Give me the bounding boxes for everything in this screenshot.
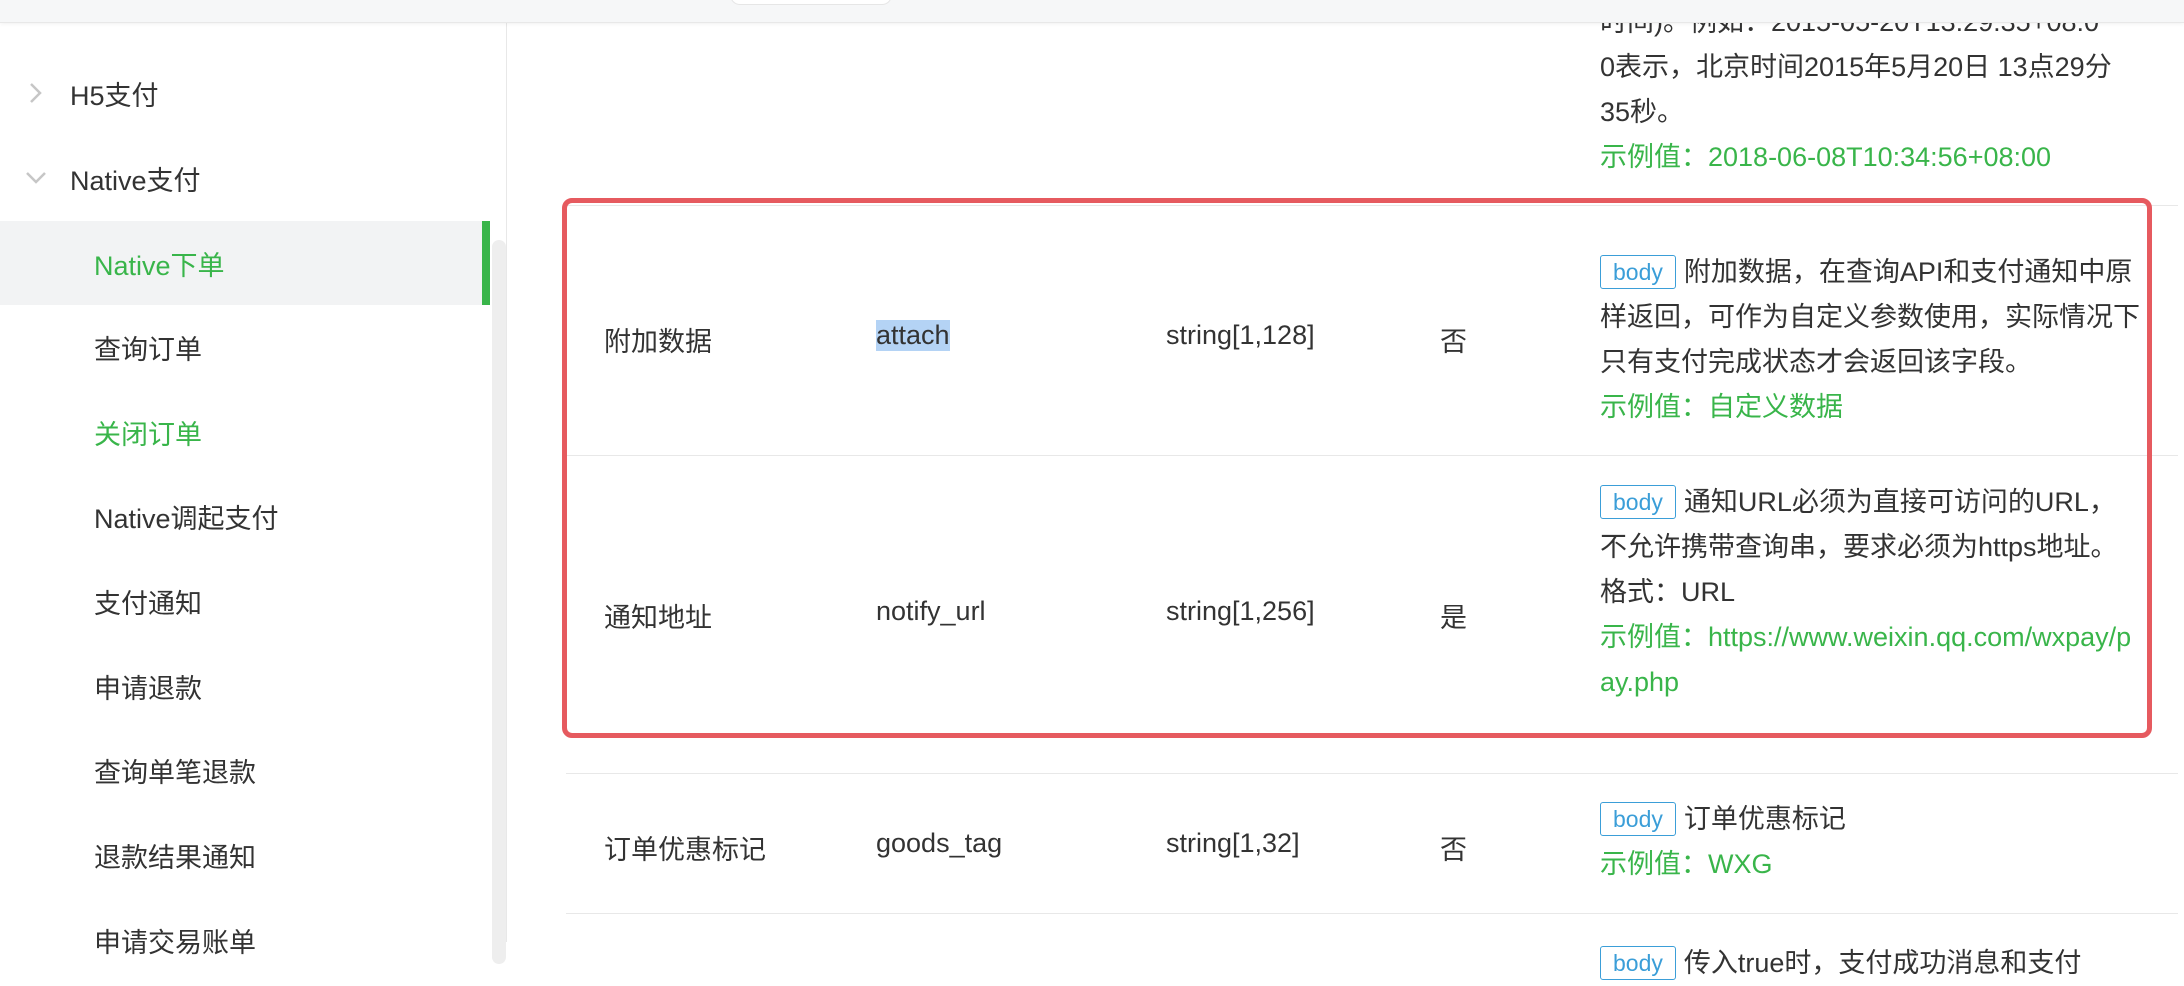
sidebar-item-native-order[interactable]: Native下单 <box>0 221 490 305</box>
table-row: 通知地址 notify_url string[1,256] 是 body 通知UR… <box>566 455 2178 774</box>
sidebar-item-close-order[interactable]: 关闭订单 <box>0 390 490 474</box>
sidebar-item-label: 支付通知 <box>94 588 202 619</box>
table-row: 附加数据 attach string[1,128] 否 body 附加数据，在查询… <box>566 205 2178 456</box>
sidebar-item-label: 查询订单 <box>94 334 202 365</box>
sidebar-item-label: 申请退款 <box>94 673 202 704</box>
param-required: 是 <box>1440 603 1467 633</box>
example-value: 示例值：自定义数据 <box>1600 392 1843 422</box>
table-row: body 传入true时，支付成功消息和支付 <box>566 913 2178 980</box>
body-tag: body <box>1600 255 1676 289</box>
sidebar-item-label: Native调起支付 <box>94 503 279 534</box>
body-tag: body <box>1600 485 1676 519</box>
example-value: 示例值：WXG <box>1600 849 1773 879</box>
sidebar-item-label: Native下单 <box>94 250 225 281</box>
sidebar-item-label: 申请交易账单 <box>94 927 256 958</box>
param-name: 订单优惠标记 <box>604 835 766 865</box>
sidebar-group-native[interactable]: Native支付 <box>0 148 490 208</box>
table-row: 时间)。例如：2015-05-20T13:29:35+08:0 0表示，北京时间… <box>566 0 2178 206</box>
example-value: 示例值：2018-06-08T10:34:56+08:00 <box>1600 142 2052 172</box>
param-description: 时间)。例如：2015-05-20T13:29:35+08:0 0表示，北京时间… <box>1600 0 2140 180</box>
description-text: 附加数据，在查询API和支付通知中原样返回，可作为自定义参数使用，实际情况下只有… <box>1600 257 2140 377</box>
param-type: string[1,256] <box>1166 596 1315 626</box>
sidebar-group-label: H5支付 <box>70 80 159 111</box>
active-indicator <box>482 221 490 305</box>
description-text: 订单优惠标记 <box>1683 804 1846 834</box>
param-field: goods_tag <box>876 828 1003 858</box>
body-tag: body <box>1600 802 1676 836</box>
sidebar-item-refund[interactable]: 申请退款 <box>0 644 490 728</box>
sidebar-item-label: 关闭订单 <box>94 419 202 450</box>
param-required: 否 <box>1440 835 1467 865</box>
param-type: string[1,128] <box>1166 320 1315 350</box>
param-required: 否 <box>1440 327 1467 357</box>
param-name: 附加数据 <box>604 327 712 357</box>
sidebar-item-label: 退款结果通知 <box>94 842 256 873</box>
body-tag: body <box>1600 946 1676 980</box>
sidebar-item-query-refund[interactable]: 查询单笔退款 <box>0 728 490 812</box>
top-bar-handle <box>730 0 892 5</box>
description-line: 0表示，北京时间2015年5月20日 13点29分 <box>1600 52 2112 82</box>
param-description: body 传入true时，支付成功消息和支付 <box>1600 941 2140 986</box>
param-type: string[1,32] <box>1166 828 1300 858</box>
sidebar-nav: H5支付 Native支付 Native下单 查询订单 关闭订单 Native调… <box>0 22 507 964</box>
sidebar-group-label: Native支付 <box>70 165 201 196</box>
table-row: 订单优惠标记 goods_tag string[1,32] 否 body 订单优惠… <box>566 773 2178 914</box>
param-field[interactable]: attach <box>876 320 950 351</box>
sidebar-group-h5[interactable]: H5支付 <box>0 63 490 123</box>
description-text: 传入true时，支付成功消息和支付 <box>1683 948 2082 978</box>
sidebar-item-native-invoke[interactable]: Native调起支付 <box>0 474 490 558</box>
example-value: 示例值：https://www.weixin.qq.com/wxpay/pay.… <box>1600 622 2132 697</box>
params-table: 时间)。例如：2015-05-20T13:29:35+08:0 0表示，北京时间… <box>566 7 2184 980</box>
format-text: 格式：URL <box>1600 577 1736 607</box>
sidebar-item-trade-bill[interactable]: 申请交易账单 <box>0 898 490 982</box>
param-name: 通知地址 <box>604 603 712 633</box>
sidebar-item-label: 查询单笔退款 <box>94 757 256 788</box>
description-line: 35秒。 <box>1600 97 1685 127</box>
param-description: body 附加数据，在查询API和支付通知中原样返回，可作为自定义参数使用，实际情… <box>1600 250 2140 430</box>
param-field: notify_url <box>876 596 986 626</box>
param-description: body 通知URL必须为直接可访问的URL，不允许携带查询串，要求必须为http… <box>1600 480 2140 705</box>
chevron-down-icon <box>24 166 48 190</box>
top-bar <box>0 0 2184 23</box>
description-text: 通知URL必须为直接可访问的URL，不允许携带查询串，要求必须为https地址。 <box>1600 487 2118 562</box>
param-description: body 订单优惠标记 示例值：WXG <box>1600 797 2140 887</box>
sidebar-item-query-order[interactable]: 查询订单 <box>0 305 490 389</box>
sidebar-item-pay-notify[interactable]: 支付通知 <box>0 559 490 643</box>
chevron-right-icon <box>24 81 48 105</box>
sidebar-scrollbar[interactable] <box>492 240 506 964</box>
sidebar-item-refund-notify[interactable]: 退款结果通知 <box>0 813 490 897</box>
